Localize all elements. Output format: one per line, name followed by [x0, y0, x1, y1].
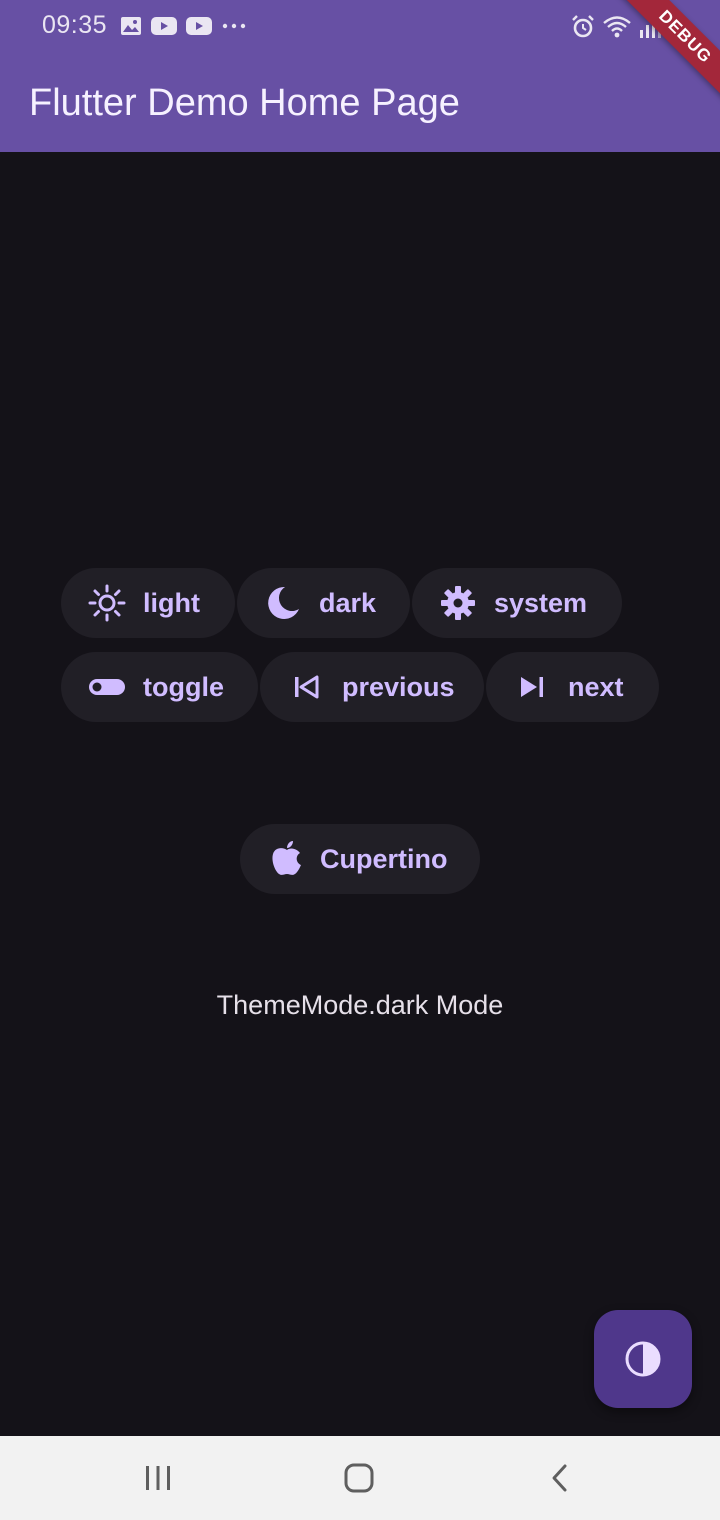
gear-icon — [441, 586, 475, 620]
skip-previous-icon — [295, 675, 319, 699]
status-notification-icons — [120, 16, 247, 41]
back-button[interactable] — [530, 1454, 590, 1502]
skip-next-icon — [521, 677, 543, 697]
app-screen: 09:35 Flutter Demo Home Page DEBUG light… — [0, 0, 720, 1520]
youtube-icon — [186, 16, 212, 41]
toggle-icon — [89, 679, 125, 695]
app-bar: Flutter Demo Home Page — [0, 56, 720, 152]
system-navigation-bar — [0, 1436, 720, 1520]
next-button-label: next — [568, 671, 624, 702]
cupertino-button[interactable]: Cupertino — [240, 824, 480, 894]
previous-button[interactable]: previous — [260, 652, 484, 722]
dark-button-label: dark — [319, 587, 377, 618]
previous-button-label: previous — [342, 671, 455, 702]
page-title: Flutter Demo Home Page — [29, 82, 460, 124]
next-button[interactable]: next — [486, 652, 659, 722]
status-bar: 09:35 — [0, 0, 720, 56]
status-time: 09:35 — [42, 11, 108, 39]
toggle-button[interactable]: toggle — [61, 652, 258, 722]
contrast-icon — [625, 1341, 661, 1377]
theme-fab-button[interactable] — [594, 1310, 692, 1408]
moon-icon — [268, 586, 299, 619]
recent-apps-button[interactable] — [128, 1454, 188, 1502]
wifi-icon — [602, 14, 632, 45]
sun-icon — [88, 584, 126, 622]
theme-mode-text: ThemeMode.dark Mode — [216, 990, 504, 1020]
apple-icon — [272, 841, 301, 875]
light-button[interactable]: light — [61, 568, 235, 638]
alarm-icon — [570, 14, 596, 45]
system-button[interactable]: system — [412, 568, 622, 638]
youtube-icon — [151, 16, 177, 41]
light-button-label: light — [143, 587, 200, 618]
home-icon — [344, 1463, 374, 1493]
dark-button[interactable]: dark — [237, 568, 410, 638]
back-icon — [552, 1464, 567, 1492]
system-button-label: system — [494, 587, 588, 618]
more-dots-icon — [221, 16, 247, 41]
image-icon — [120, 16, 142, 41]
recent-apps-icon — [146, 1466, 170, 1490]
toggle-button-label: toggle — [143, 671, 224, 702]
cupertino-button-label: Cupertino — [320, 843, 448, 874]
home-button[interactable] — [329, 1454, 389, 1502]
